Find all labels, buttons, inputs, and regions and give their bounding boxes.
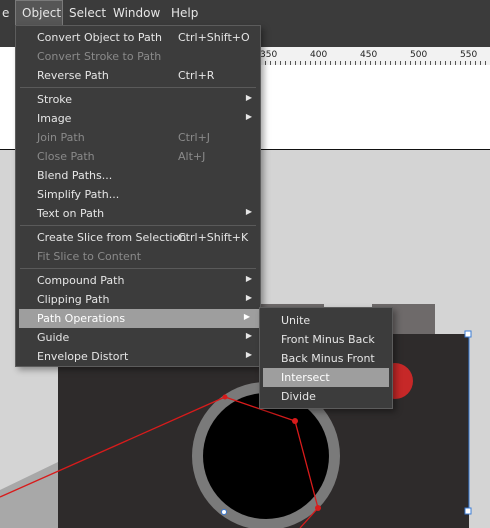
menu-item-stroke[interactable]: Stroke ▶	[17, 90, 261, 109]
menu-separator	[20, 87, 256, 88]
menu-item-label: Image	[37, 112, 72, 125]
submenu-item-intersect[interactable]: Intersect	[263, 368, 389, 387]
menu-item-blend-paths[interactable]: Blend Paths...	[17, 166, 261, 185]
grey-shape[interactable]	[0, 462, 58, 528]
menu-item-shortcut: Ctrl+J	[178, 131, 211, 144]
submenu-item-back-minus-front[interactable]: Back Minus Front	[261, 349, 391, 368]
selection-handle[interactable]	[464, 330, 472, 338]
submenu-item-label: Unite	[281, 314, 311, 327]
menu-item-label: Create Slice from Selection	[37, 231, 187, 244]
menu-item-shortcut: Alt+J	[178, 150, 206, 163]
submenu-arrow-icon: ▶	[245, 112, 252, 121]
menu-item-shortcut: Ctrl+R	[178, 69, 215, 82]
lens-center[interactable]	[203, 393, 329, 519]
submenu-item-divide[interactable]: Divide	[261, 387, 391, 406]
menu-item-guide[interactable]: Guide ▶	[17, 328, 261, 347]
menu-item-image[interactable]: Image ▶	[17, 109, 261, 128]
submenu-item-unite[interactable]: Unite	[261, 311, 391, 330]
submenu-arrow-icon: ▶	[245, 293, 252, 302]
menu-separator	[20, 268, 256, 269]
menu-item-label: Join Path	[37, 131, 85, 144]
submenu-item-label: Divide	[281, 390, 316, 403]
menu-item-label: Reverse Path	[37, 69, 109, 82]
path-node[interactable]	[222, 394, 228, 400]
submenu-item-front-minus-back[interactable]: Front Minus Back	[261, 330, 391, 349]
menu-item-label: Close Path	[37, 150, 95, 163]
submenu-arrow-icon: ▶	[245, 350, 252, 359]
menu-item-envelope-distort[interactable]: Envelope Distort ▶	[17, 347, 261, 366]
menu-separator	[20, 225, 256, 226]
menu-item-label: Text on Path	[37, 207, 105, 220]
menu-item-shortcut: Ctrl+Shift+K	[178, 231, 249, 244]
menu-item-label: Envelope Distort	[37, 350, 129, 363]
menu-item-simplify-path[interactable]: Simplify Path...	[17, 185, 261, 204]
menu-item-label: Clipping Path	[37, 293, 110, 306]
menu-item-label: Fit Slice to Content	[37, 250, 142, 263]
menu-item-reverse-path[interactable]: Reverse Path Ctrl+R	[17, 66, 261, 85]
submenu-arrow-icon: ▶	[245, 207, 252, 216]
menu-item-close-path: Close Path Alt+J	[17, 147, 261, 166]
menu-item-convert-stroke-to-path: Convert Stroke to Path	[17, 47, 261, 66]
menu-item-join-path: Join Path Ctrl+J	[17, 128, 261, 147]
menu-item-label: Compound Path	[37, 274, 125, 287]
menu-item-label: Blend Paths...	[37, 169, 113, 182]
menu-item-create-slice[interactable]: Create Slice from Selection Ctrl+Shift+K	[17, 228, 261, 247]
submenu-arrow-icon: ▶	[243, 312, 250, 321]
menu-item-label: Convert Stroke to Path	[37, 50, 162, 63]
submenu-item-label: Intersect	[281, 371, 330, 384]
path-node[interactable]	[315, 505, 321, 511]
menu-item-label: Convert Object to Path	[37, 31, 163, 44]
menu-item-path-operations[interactable]: Path Operations ▶	[19, 309, 259, 328]
path-node[interactable]	[292, 418, 298, 424]
menu-item-label: Simplify Path...	[37, 188, 120, 201]
submenu-item-label: Back Minus Front	[281, 352, 375, 365]
menu-item-fit-slice: Fit Slice to Content	[17, 247, 261, 266]
menu-item-compound-path[interactable]: Compound Path ▶	[17, 271, 261, 290]
submenu-arrow-icon: ▶	[245, 331, 252, 340]
menu-item-shortcut: Ctrl+Shift+O	[178, 31, 250, 44]
menu-item-text-on-path[interactable]: Text on Path ▶	[17, 204, 261, 223]
menu-item-convert-object-to-path[interactable]: Convert Object to Path Ctrl+Shift+O	[17, 28, 261, 47]
path-operations-submenu: Unite Front Minus Back Back Minus Front …	[259, 307, 393, 409]
submenu-arrow-icon: ▶	[245, 93, 252, 102]
menu-item-label: Path Operations	[37, 312, 126, 325]
path-node-handle[interactable]	[221, 509, 227, 515]
submenu-arrow-icon: ▶	[245, 274, 252, 283]
submenu-item-label: Front Minus Back	[281, 333, 375, 346]
menu-item-clipping-path[interactable]: Clipping Path ▶	[17, 290, 261, 309]
menu-item-label: Guide	[37, 331, 70, 344]
selection-handle[interactable]	[464, 507, 472, 515]
object-menu: Convert Object to Path Ctrl+Shift+O Conv…	[15, 25, 261, 367]
menu-item-label: Stroke	[37, 93, 73, 106]
